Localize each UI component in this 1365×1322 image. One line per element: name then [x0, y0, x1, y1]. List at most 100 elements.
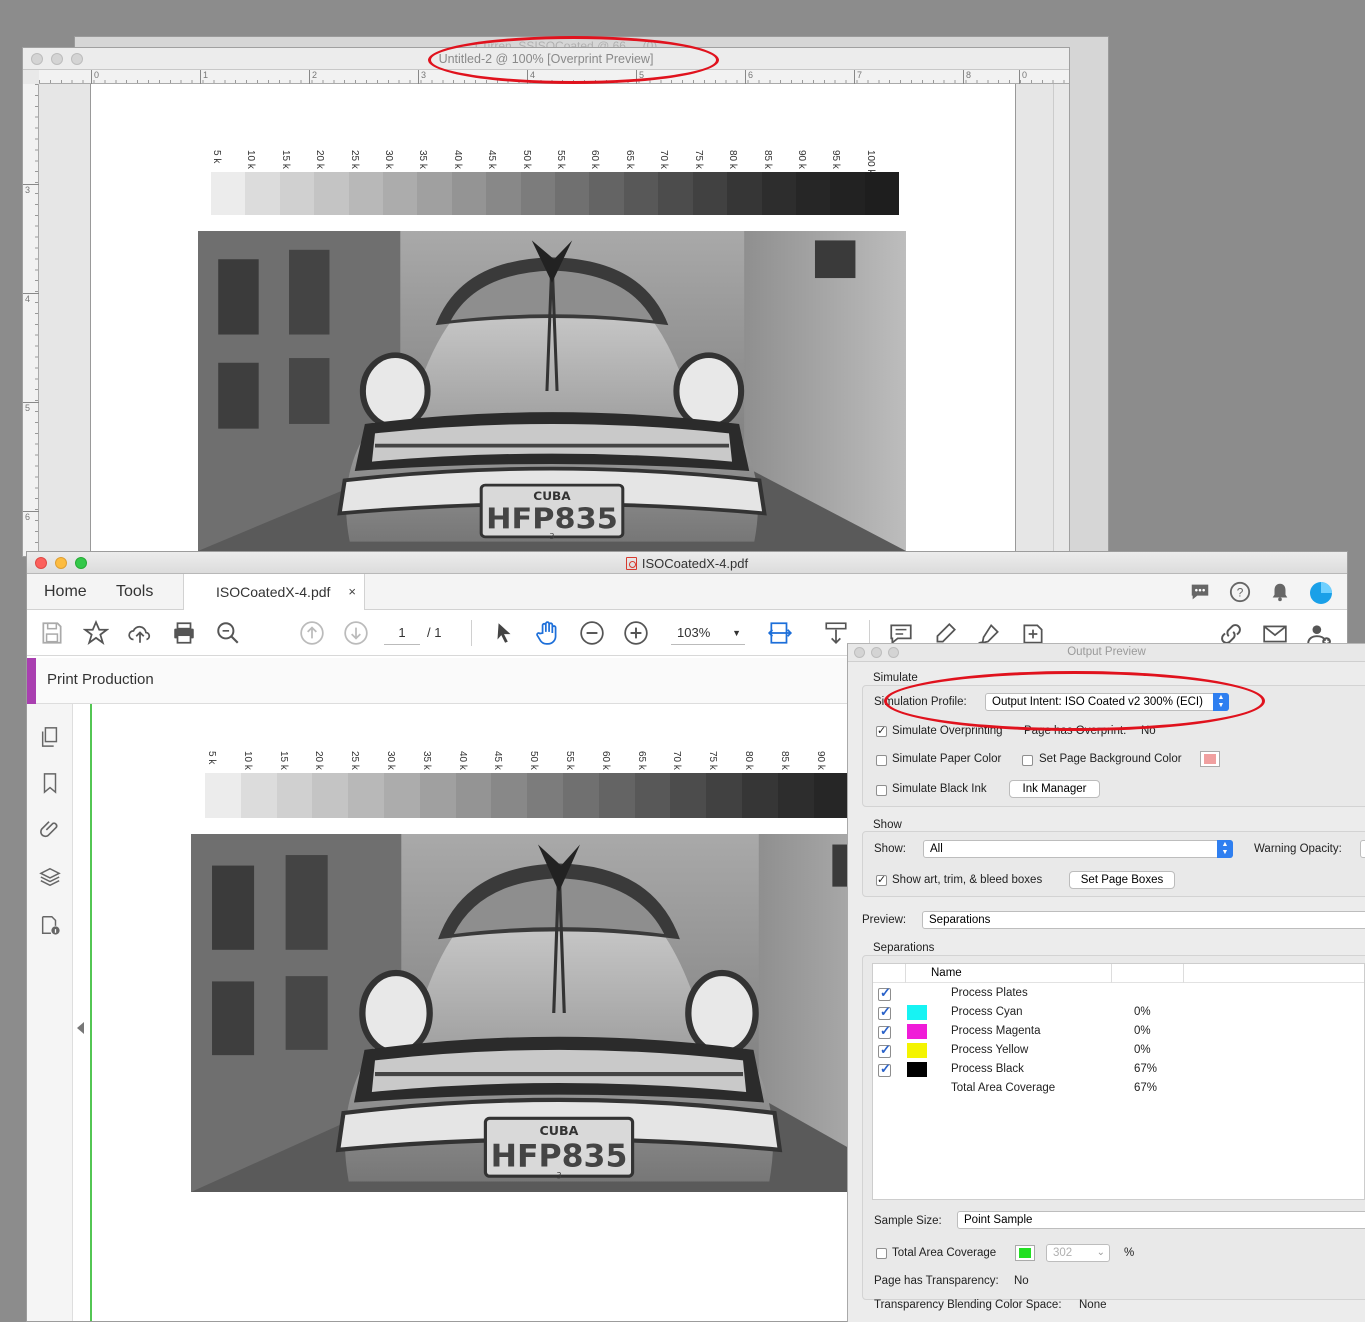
page-has-overprint-value: No	[1141, 725, 1156, 737]
process-plates-checkbox[interactable]	[878, 985, 891, 1001]
tab-home[interactable]: Home	[44, 574, 87, 610]
sample-size-select[interactable]: Point Sample	[957, 1211, 1365, 1229]
show-boxes-label: Show art, trim, & bleed boxes	[892, 874, 1043, 886]
back-window-titlebar: Untitled-2 @ 100% [Overprint Preview]	[23, 48, 1069, 70]
document-properties-icon[interactable]	[39, 914, 61, 936]
ink-manager-button[interactable]: Ink Manager	[1009, 780, 1100, 798]
page-background-color-swatch[interactable]	[1200, 751, 1220, 767]
gray-patch	[727, 172, 762, 215]
layers-icon[interactable]	[39, 866, 61, 888]
scroll-mode-icon[interactable]	[823, 620, 849, 646]
column-header-name: Name	[931, 967, 962, 979]
ruler-label: 5	[636, 70, 644, 84]
help-icon[interactable]: ?	[1229, 581, 1251, 603]
gray-patch	[348, 773, 384, 818]
gray-patch	[451, 172, 487, 215]
car-photo: CUBA HFP835 3	[198, 231, 906, 551]
simulate-paper-color-label: Simulate Paper Color	[892, 753, 1002, 765]
blending-color-space-value: None	[1079, 1299, 1107, 1311]
print-icon[interactable]	[171, 620, 197, 646]
gray-patch	[623, 172, 659, 215]
account-avatar-icon[interactable]	[1309, 581, 1333, 605]
top-right-icons: ?	[1189, 581, 1333, 605]
column-divider	[1111, 964, 1112, 983]
chevron-down-icon: ⌄	[1096, 1247, 1105, 1258]
cloud-upload-icon[interactable]	[127, 620, 153, 646]
bell-icon[interactable]	[1269, 581, 1291, 603]
zoom-level-dropdown[interactable]: 103% ▼	[671, 621, 745, 645]
warning-opacity-input[interactable]	[1360, 840, 1365, 858]
close-tab-icon[interactable]: ×	[348, 574, 356, 610]
show-boxes-checkbox[interactable]	[876, 873, 887, 886]
simulation-profile-select[interactable]: Output Intent: ISO Coated v2 300% (ECI) ▲…	[985, 693, 1229, 711]
print-production-header: Print Production	[27, 658, 849, 704]
tac-value-select[interactable]: 302 ⌄	[1046, 1244, 1110, 1262]
simulate-paper-color-checkbox[interactable]	[876, 755, 887, 766]
ruler-label: 6	[23, 511, 39, 522]
tab-tools[interactable]: Tools	[116, 574, 153, 610]
save-icon[interactable]	[39, 620, 65, 646]
horizontal-ruler[interactable]: 0 1 2 3 4 5 6 7 8 0	[39, 70, 1069, 84]
ruler-label: 4	[527, 70, 535, 84]
page-fit-icon[interactable]	[767, 620, 793, 646]
back-window-title: Untitled-2 @ 100% [Overprint Preview]	[438, 52, 654, 66]
simulation-profile-value: Output Intent: ISO Coated v2 300% (ECI)	[992, 696, 1203, 708]
process-yellow-checkbox[interactable]	[878, 1042, 891, 1058]
gray-tone-strip	[211, 172, 900, 215]
window-title-text: ISOCoatedX-4.pdf	[641, 556, 749, 571]
simulate-black-ink-label: Simulate Black Ink	[892, 783, 987, 795]
gray-patch	[486, 172, 521, 215]
page-number-input[interactable]: 1	[384, 621, 420, 645]
set-page-bg-color-checkbox[interactable]	[1022, 755, 1033, 766]
ruler-label: 3	[418, 70, 426, 84]
black-swatch	[907, 1062, 927, 1077]
gray-patch	[864, 172, 900, 215]
hand-tool-icon[interactable]	[535, 620, 561, 646]
gray-patch	[562, 773, 599, 818]
ruler-label: 0	[91, 70, 99, 84]
list-item: Process Black	[951, 1063, 1024, 1075]
simulate-black-ink-checkbox[interactable]	[876, 785, 887, 796]
vertical-scrollbar[interactable]	[1053, 84, 1069, 556]
show-label: Show:	[874, 843, 906, 855]
svg-text:CUBA: CUBA	[533, 490, 571, 503]
process-magenta-checkbox[interactable]	[878, 1023, 891, 1039]
gray-patch	[520, 172, 556, 215]
tab-document-label: ISOCoatedX-4.pdf	[216, 584, 331, 600]
collapse-panel-arrow[interactable]	[77, 1022, 84, 1034]
coverage-warning-color-swatch[interactable]	[1015, 1245, 1035, 1261]
pages-icon[interactable]	[39, 726, 61, 748]
star-icon[interactable]	[82, 619, 110, 646]
next-page-icon[interactable]	[343, 620, 369, 646]
zoom-in-icon[interactable]	[623, 620, 649, 646]
page-has-transparency-value: No	[1014, 1275, 1029, 1287]
show-select[interactable]: All ▲ ▼	[923, 840, 1233, 858]
process-black-checkbox[interactable]	[878, 1061, 891, 1077]
comment-bubble-icon[interactable]	[1189, 581, 1211, 603]
gray-patch	[279, 172, 315, 215]
bookmark-icon[interactable]	[39, 772, 61, 794]
set-page-bg-color-label: Set Page Background Color	[1039, 753, 1182, 765]
zoom-search-icon[interactable]	[215, 620, 241, 646]
select-arrow-icon[interactable]	[491, 620, 517, 646]
vertical-ruler[interactable]: 3 4 5 6	[23, 84, 39, 556]
page-has-overprint-label: Page has Overprint:	[1024, 725, 1127, 737]
gray-patch-label: 100 k	[864, 150, 876, 175]
ruler-label: 1	[200, 70, 208, 84]
gray-patch	[555, 172, 590, 215]
gray-patch	[598, 773, 635, 818]
preview-select[interactable]: Separations	[922, 911, 1365, 929]
tac-unit: %	[1124, 1247, 1135, 1259]
column-divider	[905, 964, 906, 983]
total-area-coverage-checkbox[interactable]	[876, 1248, 887, 1259]
tab-document[interactable]: ISOCoatedX-4.pdf ×	[183, 574, 365, 611]
simulate-overprinting-checkbox[interactable]	[876, 724, 887, 737]
set-page-boxes-button[interactable]: Set Page Boxes	[1069, 871, 1175, 889]
list-item: Process Plates	[951, 987, 1028, 999]
pdf-file-icon	[625, 557, 637, 570]
zoom-out-icon[interactable]	[579, 620, 605, 646]
process-cyan-checkbox[interactable]	[878, 1004, 891, 1020]
previous-page-icon[interactable]	[299, 620, 325, 646]
page-has-transparency-label: Page has Transparency:	[874, 1275, 999, 1287]
attachment-icon[interactable]	[39, 818, 61, 840]
